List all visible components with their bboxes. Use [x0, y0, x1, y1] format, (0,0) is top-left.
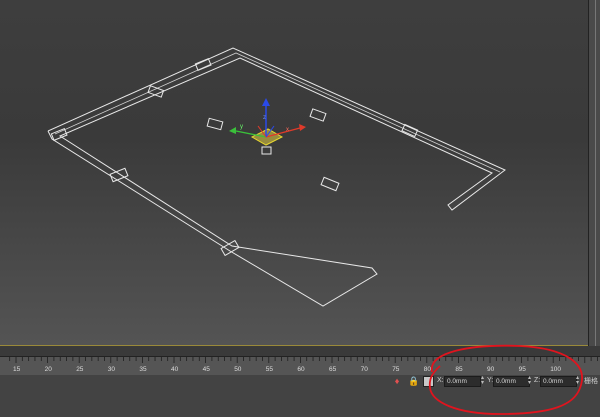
time-ruler-ticks: 15 20 25 30 35 40 45 50 55 60 65 70 75 80 85 90 95 100	[9, 357, 598, 373]
ruler-tick-label: 95	[519, 366, 527, 373]
ruler-tick-label: 45	[203, 366, 211, 373]
selection-mode-icon[interactable]	[423, 376, 434, 387]
ruler-tick-label: 25	[76, 366, 84, 373]
x-coord-field[interactable]: 0.0mm	[444, 376, 481, 387]
timeline-strip[interactable]	[0, 346, 600, 356]
transform-gizmo[interactable]: z x y	[229, 98, 306, 155]
column-box[interactable]	[206, 117, 224, 131]
time-ruler[interactable]: 15 20 25 30 35 40 45 50 55 60 65 70 75 80 85 90 95 100	[0, 356, 600, 376]
ruler-tick-label: 35	[139, 366, 147, 373]
z-coord-field[interactable]: 0.0mm	[540, 376, 577, 387]
ruler-tick-label: 50	[234, 366, 242, 373]
svg-text:y: y	[240, 124, 243, 130]
ruler-tick-label: 75	[392, 366, 400, 373]
right-panel-edge	[588, 0, 600, 346]
column-box[interactable]	[401, 123, 419, 138]
ruler-tick-label: 40	[171, 366, 179, 373]
ruler-tick-label: 55	[266, 366, 274, 373]
ruler-tick-label: 20	[45, 366, 53, 373]
z-spinner-icon[interactable]: ▴ ▾	[576, 375, 581, 386]
scene-canvas[interactable]: z x y	[0, 0, 588, 345]
ruler-tick-label: 15	[13, 366, 21, 373]
perspective-viewport[interactable]: z x y	[0, 0, 588, 346]
ruler-tick-label: 85	[455, 366, 463, 373]
wall-outline-outer[interactable]	[47, 47, 506, 307]
x-spinner-icon[interactable]: ▴ ▾	[481, 375, 486, 386]
ruler-tick-label: 70	[361, 366, 369, 373]
svg-text:x: x	[286, 127, 289, 133]
svg-text:z: z	[263, 115, 266, 121]
column-box[interactable]	[194, 57, 212, 71]
y-spinner-icon[interactable]: ▴ ▾	[528, 375, 533, 386]
lock-icon[interactable]: 🔒	[408, 376, 419, 386]
x-coord-label: X:	[437, 377, 444, 384]
wall-outline-inner	[54, 52, 501, 173]
key-icon[interactable]: ♦	[392, 376, 402, 386]
y-coord-field[interactable]: 0.0mm	[493, 376, 530, 387]
grid-label: 栅格	[584, 378, 598, 385]
ruler-tick-label: 100	[550, 366, 561, 373]
ruler-tick-label: 60	[297, 366, 305, 373]
ruler-tick-label: 80	[424, 366, 432, 373]
ruler-tick-label: 30	[108, 366, 116, 373]
column-box[interactable]	[309, 108, 327, 122]
panel-divider[interactable]	[595, 0, 596, 346]
ruler-tick-label: 90	[487, 366, 495, 373]
column-box[interactable]	[320, 176, 340, 192]
column-box[interactable]	[220, 239, 240, 257]
ruler-tick-label: 65	[329, 366, 337, 373]
